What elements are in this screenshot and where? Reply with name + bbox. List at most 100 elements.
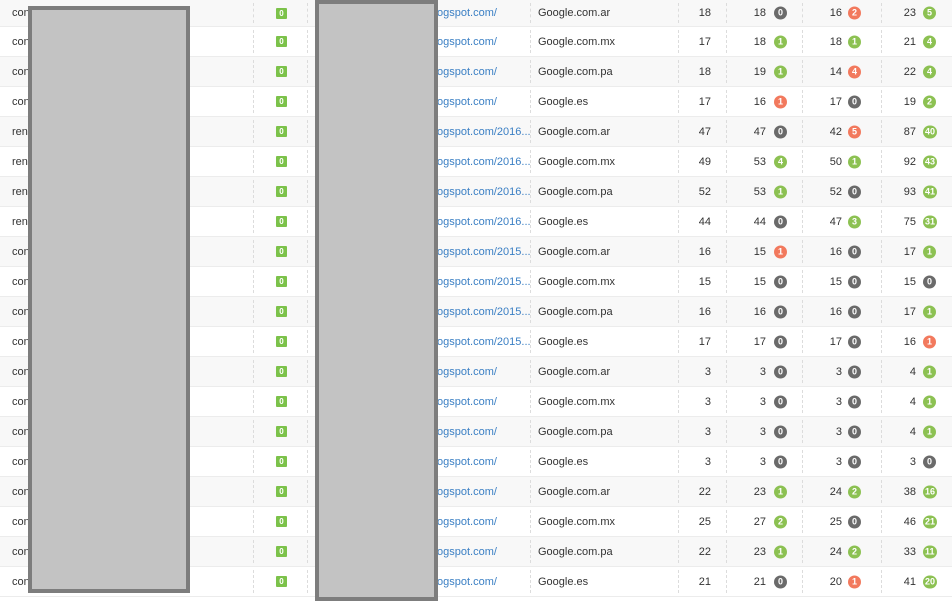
status-flag[interactable]: 0 [276, 57, 287, 86]
status-flag[interactable]: 0 [276, 147, 287, 176]
rank-value-2: 24 [829, 545, 842, 558]
rank-change-badge: 2 [848, 485, 861, 498]
column-divider [253, 390, 254, 413]
rank-value-1: 23 [753, 545, 766, 558]
rank-change-badge: 3 [848, 215, 861, 228]
redaction-block-keywords [28, 6, 190, 593]
rank-value-2: 16 [829, 245, 842, 258]
rank-change-badge: 1 [774, 185, 787, 198]
status-flag[interactable]: 0 [276, 0, 287, 26]
column-divider [253, 420, 254, 443]
url-link[interactable]: ogspot.com/ [437, 357, 531, 386]
rank-initial: 17 [698, 95, 711, 108]
rank-initial: 3 [704, 425, 711, 438]
status-flag[interactable]: 0 [276, 117, 287, 146]
url-link[interactable]: ogspot.com/2016... [437, 117, 531, 146]
column-divider [253, 300, 254, 323]
rank-change-badge: 31 [923, 215, 938, 228]
rank-change-badge: 0 [848, 245, 861, 258]
status-flag[interactable]: 0 [276, 267, 287, 296]
search-engine-cell: Google.com.mx [538, 155, 616, 168]
column-divider [253, 90, 254, 113]
rank-value-1: 3 [759, 365, 766, 378]
green-flag-icon: 0 [276, 396, 287, 407]
column-divider [307, 570, 308, 593]
status-flag[interactable]: 0 [276, 207, 287, 236]
search-engine-cell: Google.com.pa [538, 65, 613, 78]
url-link[interactable]: ogspot.com/2016... [437, 207, 531, 236]
status-flag[interactable]: 0 [276, 327, 287, 356]
column-divider [307, 330, 308, 353]
url-link[interactable]: ogspot.com/ [437, 567, 531, 596]
rank-value-3: 75 [903, 215, 916, 228]
column-divider [253, 210, 254, 233]
rank-change-badge: 0 [923, 275, 936, 288]
rank-value-1: 16 [753, 95, 766, 108]
status-flag[interactable]: 0 [276, 237, 287, 266]
status-flag[interactable]: 0 [276, 477, 287, 506]
rank-initial: 17 [698, 335, 711, 348]
column-divider [530, 240, 531, 263]
status-flag[interactable]: 0 [276, 567, 287, 596]
status-flag[interactable]: 0 [276, 537, 287, 566]
status-flag[interactable]: 0 [276, 87, 287, 116]
url-link[interactable]: ogspot.com/ [437, 417, 531, 446]
column-divider [307, 390, 308, 413]
rank-change-badge: 0 [923, 455, 936, 468]
status-flag[interactable]: 0 [276, 507, 287, 536]
search-engine-cell: Google.com.mx [538, 395, 616, 408]
status-flag[interactable]: 0 [276, 177, 287, 206]
rank-change-badge: 0 [848, 455, 861, 468]
column-divider [307, 420, 308, 443]
rank-value-3: 41 [903, 575, 916, 588]
rank-change-badge: 5 [848, 125, 861, 138]
url-link[interactable]: ogspot.com/2016... [437, 177, 531, 206]
rank-value-1: 19 [753, 65, 766, 78]
status-flag[interactable]: 0 [276, 297, 287, 326]
status-flag[interactable]: 0 [276, 417, 287, 446]
status-flag[interactable]: 0 [276, 357, 287, 386]
url-link[interactable]: ogspot.com/ [437, 57, 531, 86]
url-link[interactable]: ogspot.com/ [437, 537, 531, 566]
rank-value-1: 27 [753, 515, 766, 528]
status-flag[interactable]: 0 [276, 27, 287, 56]
column-divider [530, 330, 531, 353]
rank-change-badge: 4 [923, 35, 936, 48]
rank-change-badge: 1 [774, 245, 787, 258]
rank-value-2: 50 [829, 155, 842, 168]
rank-change-badge: 1 [774, 485, 787, 498]
url-link[interactable]: ogspot.com/2015... [437, 237, 531, 266]
rank-change-badge: 4 [923, 65, 936, 78]
rank-change-badge: 0 [848, 95, 861, 108]
rank-change-badge: 0 [774, 425, 787, 438]
status-flag[interactable]: 0 [276, 387, 287, 416]
url-link[interactable]: ogspot.com/ [437, 87, 531, 116]
url-link[interactable]: ogspot.com/ [437, 507, 531, 536]
green-flag-icon: 0 [276, 486, 287, 497]
rank-initial: 16 [698, 305, 711, 318]
rank-value-2: 25 [829, 515, 842, 528]
url-link[interactable]: ogspot.com/ [437, 387, 531, 416]
url-link[interactable]: ogspot.com/2015... [437, 327, 531, 356]
rank-value-3: 38 [903, 485, 916, 498]
search-engine-cell: Google.com.ar [538, 365, 611, 378]
url-link[interactable]: ogspot.com/ [437, 477, 531, 506]
status-flag[interactable]: 0 [276, 447, 287, 476]
url-link[interactable]: ogspot.com/ [437, 27, 531, 56]
column-divider [253, 540, 254, 563]
column-divider [530, 300, 531, 323]
rank-value-1: 23 [753, 485, 766, 498]
rank-initial: 25 [698, 515, 711, 528]
url-link[interactable]: ogspot.com/2015... [437, 267, 531, 296]
rank-change-badge: 0 [774, 335, 787, 348]
column-divider [530, 480, 531, 503]
url-link[interactable]: ogspot.com/ [437, 447, 531, 476]
url-link[interactable]: ogspot.com/ [437, 0, 531, 26]
rank-value-2: 18 [829, 35, 842, 48]
rank-initial: 3 [704, 395, 711, 408]
rank-change-badge: 0 [774, 6, 787, 20]
url-link[interactable]: ogspot.com/2016... [437, 147, 531, 176]
rank-value-3: 16 [903, 335, 916, 348]
green-flag-icon: 0 [276, 36, 287, 47]
url-link[interactable]: ogspot.com/2015... [437, 297, 531, 326]
